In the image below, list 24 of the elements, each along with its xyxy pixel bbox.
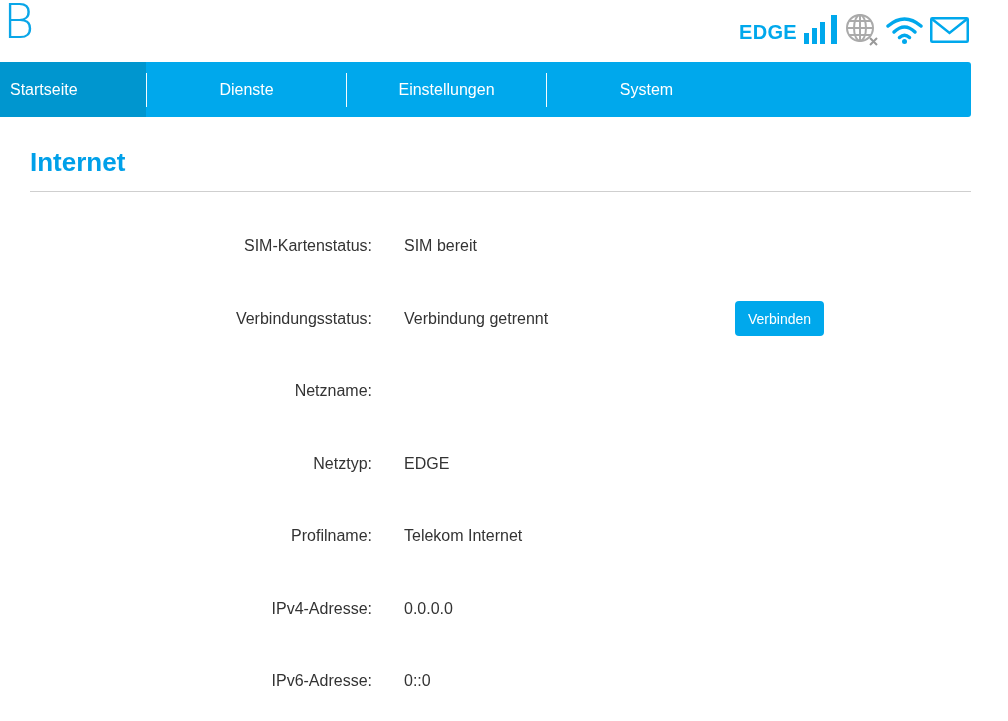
field-value: 0::0	[403, 672, 431, 690]
signal-bars-icon	[804, 15, 838, 44]
connect-button[interactable]: Verbinden	[735, 301, 825, 337]
field-label: IPv4-Adresse:	[271, 599, 373, 618]
field-label: IPv6-Adresse:	[271, 672, 373, 691]
field-value: SIM bereit	[403, 237, 477, 255]
nav-tab[interactable]: Einstellungen	[347, 62, 546, 117]
nav-tab[interactable]: Startseite	[0, 62, 146, 117]
network-type-label: EDGE	[739, 19, 797, 44]
field-label: Verbindungsstatus:	[235, 309, 373, 328]
field-value: EDGE	[403, 454, 450, 472]
field-label: SIM-Kartenstatus:	[243, 237, 373, 256]
field-value: Telekom Internet	[403, 527, 523, 545]
nav-tab[interactable]: Dienste	[147, 62, 346, 117]
wifi-icon	[886, 15, 923, 44]
field-value: Verbindung getrennt	[403, 309, 549, 327]
logo-letter: B	[2, 0, 36, 42]
field-label: Netzname:	[294, 382, 373, 401]
section-title: Internet	[30, 146, 126, 178]
field-label: Profilname:	[291, 527, 373, 546]
nav-tab[interactable]: System	[547, 62, 746, 117]
field-value: 0.0.0.0	[403, 599, 453, 617]
field-label: Netztyp:	[313, 454, 373, 473]
mail-icon[interactable]	[930, 16, 969, 43]
